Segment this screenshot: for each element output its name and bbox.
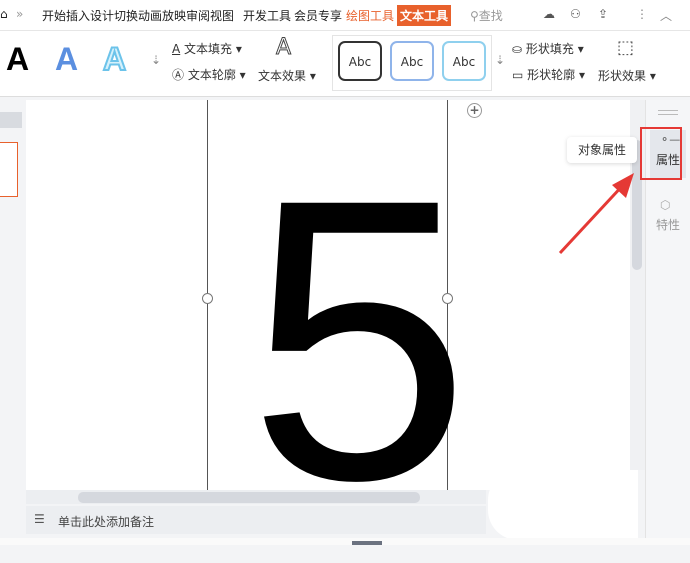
arrow-shaft	[558, 181, 627, 255]
notes-placeholder[interactable]: 单击此处添加备注	[58, 513, 154, 530]
cloud-icon[interactable]: ☁	[543, 7, 555, 21]
text-effect-icon: A	[275, 35, 292, 61]
text-outline-icon: Ⓐ	[172, 68, 185, 82]
add-icon[interactable]: +	[467, 103, 482, 118]
text-outline-button[interactable]: Ⓐ 文本轮廓 ▾	[172, 66, 246, 83]
notes-icon: ☰	[34, 512, 45, 526]
ribbon: A A A ⇣ A 文本填充 ▾ Ⓐ 文本轮廓 ▾ A 文本效果 ▾ Abc A…	[0, 31, 690, 97]
blank-overlay	[488, 470, 638, 540]
text-style-outline[interactable]: A	[102, 40, 127, 78]
red-arrow	[558, 173, 634, 255]
export-icon[interactable]: ⇪	[598, 7, 608, 21]
outline-square-icon: ▭	[512, 68, 524, 82]
tab-transition[interactable]: 切换	[114, 7, 138, 24]
highlight-box	[640, 127, 682, 180]
tab-view[interactable]: 视图	[210, 7, 234, 24]
tab-insert[interactable]: 插入	[66, 7, 90, 24]
tab-developer[interactable]: 开发工具	[243, 7, 291, 24]
text-fill-icon: A	[172, 42, 181, 56]
slide-canvas[interactable]: 5 +	[26, 100, 630, 540]
tab-drawing-tools[interactable]: 绘图工具	[346, 7, 394, 24]
text-style-blue[interactable]: A	[55, 41, 78, 78]
tab-member[interactable]: 会员专享	[294, 7, 342, 24]
tab-animation[interactable]: 动画	[138, 7, 162, 24]
search-button[interactable]: ⚲查找	[470, 7, 503, 24]
horizontal-scrollbar[interactable]	[26, 490, 486, 504]
thumbnail-panel	[0, 100, 25, 545]
status-indicator[interactable]	[352, 541, 382, 545]
home-icon[interactable]: ⌂	[0, 7, 8, 21]
cube-icon: ⬡	[660, 198, 671, 212]
text-effect-button[interactable]: 文本效果 ▾	[258, 67, 316, 84]
shape-style-blue[interactable]: Abc	[390, 41, 434, 81]
tab-start[interactable]: 开始	[42, 7, 66, 24]
slide-text[interactable]: 5	[248, 140, 470, 540]
tab-text-tools[interactable]: 文本工具	[397, 5, 452, 26]
thumbnail-toolbar[interactable]	[0, 112, 22, 128]
tab-review[interactable]: 审阅	[186, 7, 210, 24]
status-bar	[0, 538, 690, 545]
shape-styles-more-icon[interactable]: ⇣	[495, 53, 505, 67]
share-user-icon[interactable]: ⚇	[570, 7, 581, 21]
notes-bar[interactable]: ☰ 单击此处添加备注	[26, 506, 486, 534]
resize-handle-right[interactable]	[442, 293, 453, 304]
shape-effect-button[interactable]: 形状效果 ▾	[598, 67, 656, 84]
shape-style-lightblue[interactable]: Abc	[442, 41, 486, 81]
slide-thumbnail[interactable]	[0, 142, 18, 197]
shape-effect-icon: ⬚	[617, 37, 635, 58]
search-icon: ⚲	[470, 9, 479, 23]
panel-drag-icon[interactable]	[658, 110, 678, 115]
shape-outline-button[interactable]: ▭ 形状轮廓 ▾	[512, 66, 585, 83]
text-style-black[interactable]: A	[6, 41, 29, 78]
tooltip: 对象属性	[567, 137, 637, 163]
more-tabs-icon[interactable]: »	[16, 7, 23, 21]
text-styles-more-icon[interactable]: ⇣	[151, 53, 161, 67]
tab-design[interactable]: 设计	[90, 7, 114, 24]
text-fill-button[interactable]: A 文本填充 ▾	[172, 40, 242, 57]
more-icon[interactable]: ⋮	[636, 7, 648, 21]
tab-slideshow[interactable]: 放映	[162, 7, 186, 24]
paint-bucket-icon: ⛀	[512, 42, 523, 56]
menu-bar: ⌂ » 开始 插入 设计 切换 动画 放映 审阅 视图 开发工具 会员专享 绘图…	[0, 0, 690, 31]
collapse-ribbon-icon[interactable]: ︿	[660, 7, 672, 24]
traits-button[interactable]: 特性	[656, 216, 680, 233]
horizontal-scroll-thumb[interactable]	[78, 492, 420, 503]
shape-fill-button[interactable]: ⛀ 形状填充 ▾	[512, 40, 584, 57]
shape-style-dark[interactable]: Abc	[338, 41, 382, 81]
resize-handle-left[interactable]	[202, 293, 213, 304]
